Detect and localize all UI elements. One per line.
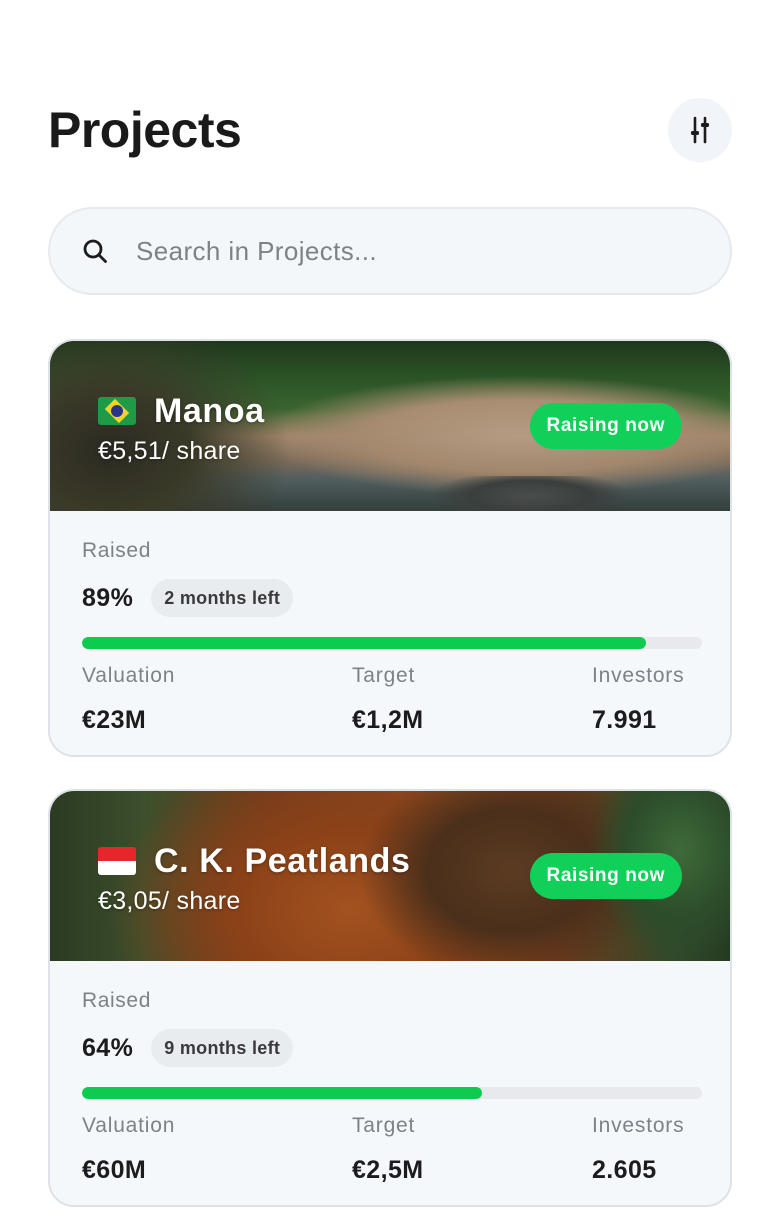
target-value: €2,5M <box>352 1156 424 1184</box>
filter-button[interactable] <box>668 98 732 162</box>
stat-investors: Investors 7.991 <box>592 663 684 735</box>
project-stats: Raised 89% 2 months left Valuation €23M … <box>50 511 730 755</box>
project-card-manoa[interactable]: Manoa €5,51/ share Raising now Raised 89… <box>48 339 732 757</box>
investors-value: 7.991 <box>592 706 657 734</box>
target-label: Target <box>352 1114 416 1137</box>
brazil-flag-icon <box>98 397 136 425</box>
project-card-ck-peatlands[interactable]: C. K. Peatlands €3,05/ share Raising now… <box>48 789 732 1207</box>
project-name: C. K. Peatlands <box>154 842 411 880</box>
stat-target: Target €2,5M <box>352 1113 423 1185</box>
funding-progress-fill <box>82 1087 482 1099</box>
raised-row: 89% 2 months left <box>82 579 294 617</box>
investors-label: Investors <box>592 664 685 687</box>
stat-investors: Investors 2.605 <box>592 1113 684 1185</box>
raised-percent: 89% <box>82 583 134 612</box>
funding-progress-fill <box>82 637 647 649</box>
project-title-row: C. K. Peatlands <box>98 841 411 881</box>
sliders-icon <box>691 116 709 144</box>
page-title: Projects <box>48 102 242 158</box>
valuation-label: Valuation <box>82 1114 176 1137</box>
status-badge: Raising now <box>529 853 682 899</box>
valuation-value: €60M <box>82 1156 147 1184</box>
share-price: €3,05/ share <box>98 887 241 915</box>
stat-target: Target €1,2M <box>352 663 423 735</box>
funding-progress-bar <box>82 1087 702 1099</box>
time-left-badge: 2 months left <box>151 579 294 617</box>
indonesia-flag-icon <box>98 847 136 875</box>
project-name: Manoa <box>154 392 265 430</box>
stat-valuation: Valuation €23M <box>82 663 175 735</box>
search-input[interactable] <box>136 235 696 267</box>
raised-row: 64% 9 months left <box>82 1029 294 1067</box>
project-stats: Raised 64% 9 months left Valuation €60M … <box>50 961 730 1205</box>
raised-label: Raised <box>82 989 151 1012</box>
search-bar[interactable] <box>48 207 732 295</box>
search-icon <box>80 236 110 266</box>
target-value: €1,2M <box>352 706 424 734</box>
project-title-row: Manoa <box>98 391 265 431</box>
valuation-label: Valuation <box>82 664 176 687</box>
investors-label: Investors <box>592 1114 685 1137</box>
target-label: Target <box>352 664 416 687</box>
share-price: €5,51/ share <box>98 437 241 465</box>
funding-progress-bar <box>82 637 702 649</box>
raised-percent: 64% <box>82 1033 134 1062</box>
investors-value: 2.605 <box>592 1156 657 1184</box>
time-left-badge: 9 months left <box>151 1029 294 1067</box>
raised-label: Raised <box>82 539 151 562</box>
valuation-value: €23M <box>82 706 147 734</box>
status-badge: Raising now <box>529 403 682 449</box>
stat-valuation: Valuation €60M <box>82 1113 175 1185</box>
header: Projects <box>48 98 732 162</box>
